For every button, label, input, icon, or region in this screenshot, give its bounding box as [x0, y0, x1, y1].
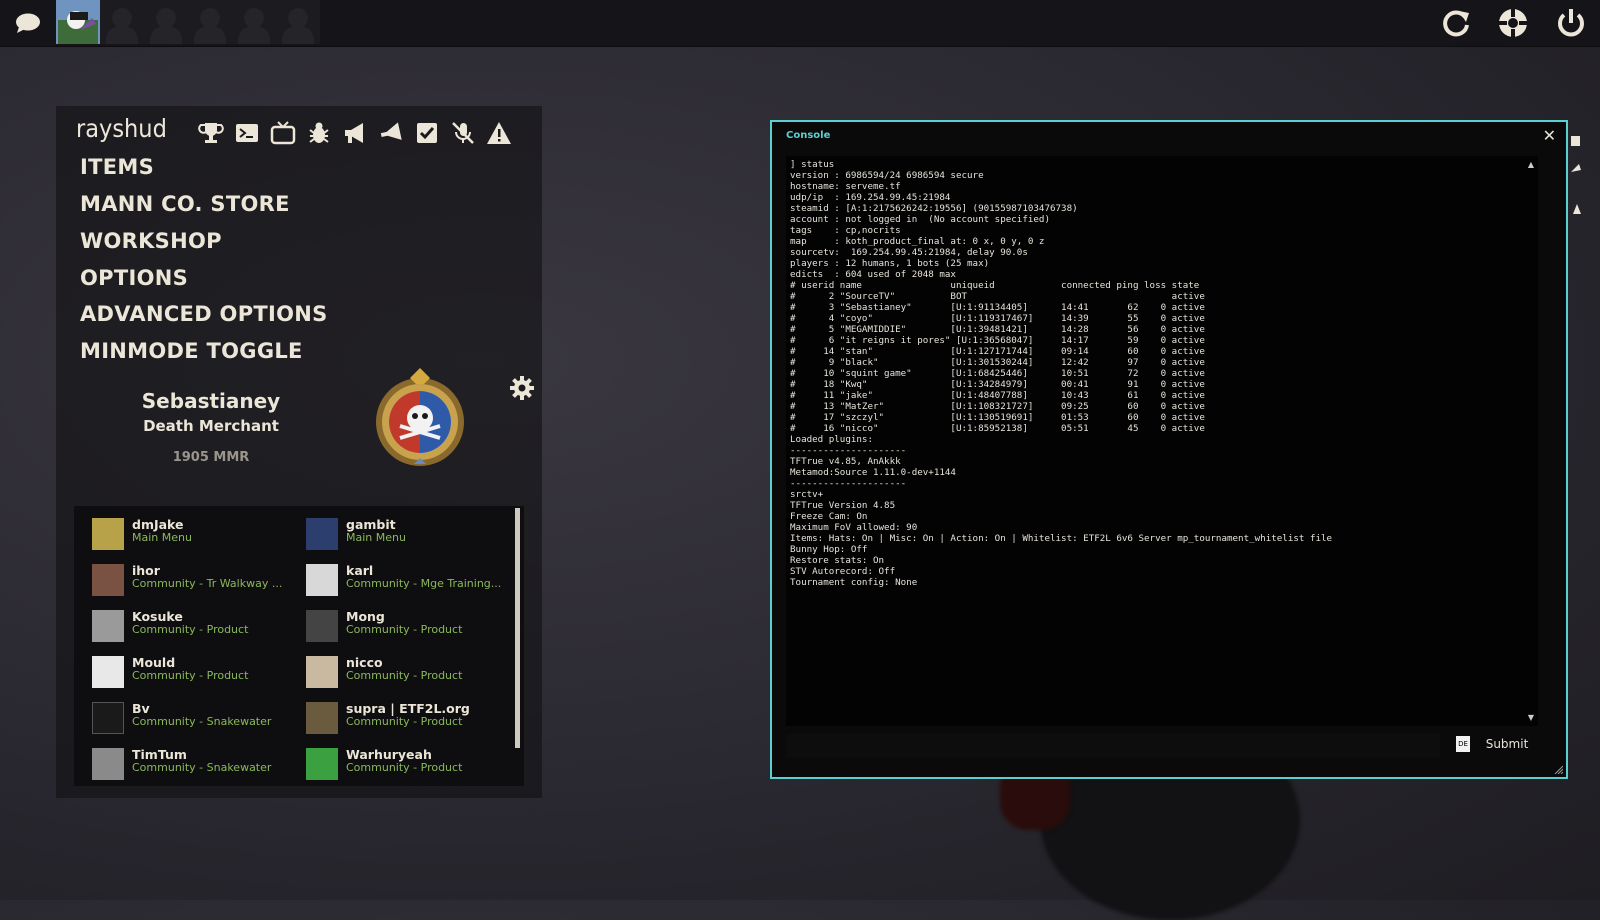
- megaphone-2-icon[interactable]: [378, 120, 404, 146]
- menu-item-minmode-toggle[interactable]: MINMODE TOGGLE: [80, 339, 303, 363]
- friend-entry[interactable]: ihor Community - Tr Walkway ...: [92, 558, 302, 602]
- party-slot-empty[interactable]: [276, 0, 320, 44]
- bug-icon[interactable]: [306, 120, 332, 146]
- friend-avatar: [306, 610, 338, 642]
- friend-entry[interactable]: dmJake Main Menu: [92, 512, 302, 556]
- friend-status: Community - Product: [346, 623, 463, 636]
- language-badge: DE: [1456, 736, 1470, 752]
- friend-avatar: [92, 518, 124, 550]
- refresh-icon[interactable]: [1440, 7, 1472, 39]
- checkbox-icon[interactable]: [414, 120, 440, 146]
- friend-status: Main Menu: [132, 531, 192, 544]
- friend-entry[interactable]: TimTum Community - Snakewater: [92, 742, 302, 786]
- friend-name: TimTum: [132, 747, 187, 762]
- friend-avatar: [306, 564, 338, 596]
- friend-avatar: [92, 702, 124, 734]
- friend-entry[interactable]: Mould Community - Product: [92, 650, 302, 694]
- friend-status: Community - Product: [346, 669, 463, 682]
- mute-mic-icon[interactable]: [450, 120, 476, 146]
- friend-name: gambit: [346, 517, 396, 532]
- menu-item-advanced-options[interactable]: ADVANCED OPTIONS: [80, 302, 328, 326]
- party-avatar[interactable]: [56, 0, 100, 44]
- profile-mmr: 1905 MMR: [172, 450, 250, 465]
- friend-status: Main Menu: [346, 531, 406, 544]
- friend-status: Community - Tr Walkway ...: [132, 577, 283, 590]
- console-output[interactable]: ] status version : 6986594/24 6986594 se…: [786, 156, 1538, 726]
- friend-status: Community - Mge Training...: [346, 577, 502, 590]
- friend-name: Mould: [132, 655, 176, 670]
- submit-button[interactable]: Submit: [1476, 732, 1538, 756]
- hud-title: rayshud: [76, 114, 167, 143]
- friend-name: dmJake: [132, 517, 184, 532]
- friends-list: dmJake Main Menu gambit Main Menu ihor C…: [74, 506, 524, 786]
- resize-grip-icon[interactable]: [1553, 764, 1563, 774]
- menu-item-options[interactable]: OPTIONS: [80, 266, 188, 290]
- friend-avatar: [306, 748, 338, 780]
- friend-status: Community - Snakewater: [132, 715, 272, 728]
- friend-entry[interactable]: Bv Community - Snakewater: [92, 696, 302, 740]
- friend-status: Community - Product: [346, 761, 463, 774]
- console-window: Console ✕ ] status version : 6986594/24 …: [770, 120, 1568, 779]
- friend-entry[interactable]: gambit Main Menu: [306, 512, 516, 556]
- console-input[interactable]: [786, 734, 1440, 758]
- friend-entry[interactable]: Mong Community - Product: [306, 604, 516, 648]
- warning-icon[interactable]: [486, 120, 512, 146]
- friends-scrollbar[interactable]: [515, 508, 520, 748]
- friend-status: Community - Product: [346, 715, 463, 728]
- trophy-icon[interactable]: [198, 120, 224, 146]
- scroll-up-icon[interactable]: ▲: [1528, 160, 1534, 169]
- friend-avatar: [306, 656, 338, 688]
- top-bar: [0, 0, 1600, 47]
- party-slot-empty[interactable]: [232, 0, 276, 44]
- scroll-down-icon[interactable]: ▼: [1528, 713, 1534, 722]
- friend-status: Community - Snakewater: [132, 761, 272, 774]
- quit-icon[interactable]: [1555, 7, 1587, 39]
- friend-avatar: [92, 610, 124, 642]
- console-log-text: ] status version : 6986594/24 6986594 se…: [790, 159, 1333, 588]
- main-menu-panel: rayshud ITEMS MANN CO. STORE WORKSHOP OP…: [56, 106, 542, 798]
- console-title: Console: [786, 130, 831, 141]
- friend-name: ihor: [132, 563, 160, 578]
- terminal-icon[interactable]: [234, 120, 260, 146]
- friend-name: karl: [346, 563, 374, 578]
- friend-avatar: [92, 748, 124, 780]
- friend-entry[interactable]: Warhuryeah Community - Product: [306, 742, 516, 786]
- avatar-image-icon: [56, 0, 100, 44]
- friend-status: Community - Product: [132, 623, 249, 636]
- profile-name: Sebastianey: [141, 389, 281, 413]
- friend-entry[interactable]: supra | ETF2L.org Community - Product: [306, 696, 516, 740]
- profile-title: Death Merchant: [143, 417, 279, 435]
- friend-name: Bv: [132, 701, 150, 716]
- friend-name: Mong: [346, 609, 385, 624]
- megaphone-icon[interactable]: [342, 120, 368, 146]
- close-icon[interactable]: ✕: [1543, 126, 1556, 145]
- friend-name: nicco: [346, 655, 383, 670]
- friend-avatar: [306, 518, 338, 550]
- friend-name: Kosuke: [132, 609, 183, 624]
- tv-icon[interactable]: [270, 120, 296, 146]
- friend-avatar: [92, 656, 124, 688]
- menu-item-items[interactable]: ITEMS: [80, 155, 154, 179]
- achievements-icon[interactable]: [1497, 7, 1529, 39]
- party-slot-empty[interactable]: [144, 0, 188, 44]
- friend-entry[interactable]: Kosuke Community - Product: [92, 604, 302, 648]
- friend-status: Community - Product: [132, 669, 249, 682]
- menu-item-mann-co-store[interactable]: MANN CO. STORE: [80, 192, 290, 216]
- party-slot-empty[interactable]: [188, 0, 232, 44]
- menu-item-workshop[interactable]: WORKSHOP: [80, 229, 222, 253]
- friend-name: supra | ETF2L.org: [346, 701, 470, 716]
- chat-icon[interactable]: [14, 12, 42, 34]
- friend-avatar: [306, 702, 338, 734]
- rank-medal-icon[interactable]: [374, 368, 466, 468]
- gear-icon[interactable]: [510, 376, 534, 400]
- friend-entry[interactable]: nicco Community - Product: [306, 650, 516, 694]
- friend-name: Warhuryeah: [346, 747, 432, 762]
- party-slot-empty[interactable]: [100, 0, 144, 44]
- friend-entry[interactable]: karl Community - Mge Training...: [306, 558, 516, 602]
- friend-avatar: [92, 564, 124, 596]
- side-icons-partial: [1571, 136, 1581, 214]
